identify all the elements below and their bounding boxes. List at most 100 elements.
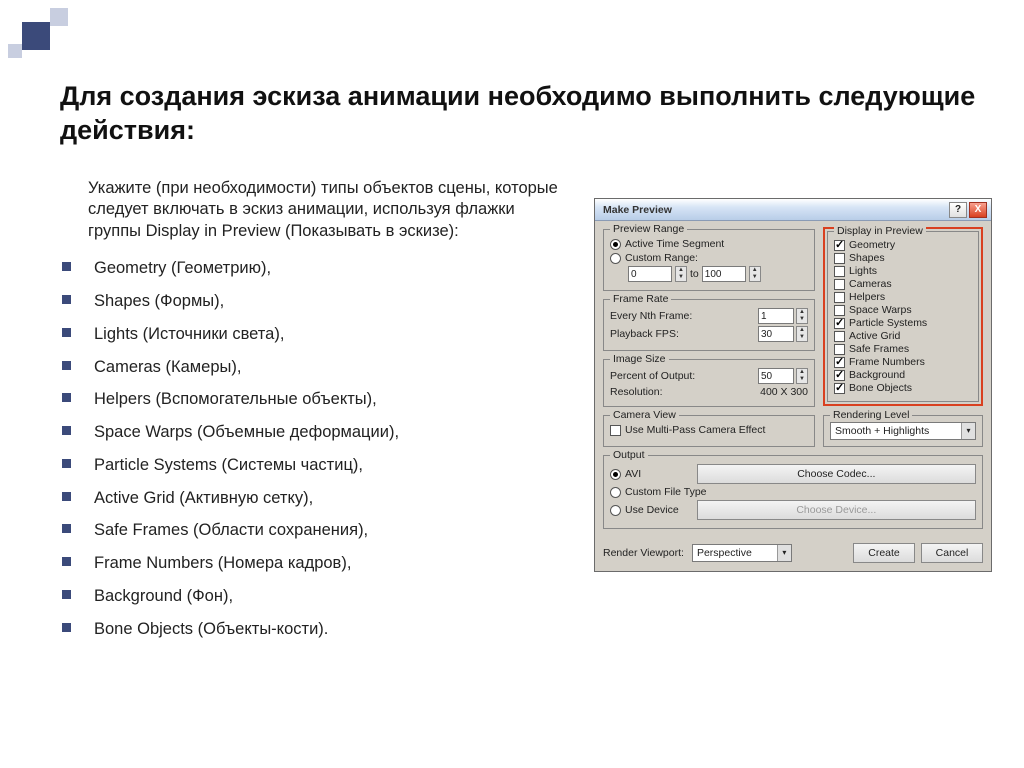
bullet-item: Bone Objects (Объекты-кости).: [48, 613, 568, 646]
custom-range-radio[interactable]: [610, 253, 621, 264]
rendering-level-value: Smooth + Highlights: [831, 425, 933, 437]
range-to-field[interactable]: 100: [702, 266, 746, 282]
fps-field[interactable]: 30: [758, 326, 794, 342]
percent-field[interactable]: 50: [758, 368, 794, 384]
display-item: Background: [834, 369, 972, 381]
display-checkbox[interactable]: [834, 318, 845, 329]
bullet-item: Background (Фон),: [48, 580, 568, 613]
display-label: Active Grid: [849, 330, 900, 342]
display-label: Background: [849, 369, 905, 381]
resolution-label: Resolution:: [610, 386, 663, 398]
cancel-button[interactable]: Cancel: [921, 543, 983, 563]
render-viewport-combo[interactable]: Perspective ▾: [692, 544, 792, 562]
make-preview-dialog: Make Preview ? X Preview Range Active Ti…: [594, 198, 992, 572]
bullet-item: Geometry (Геометрию),: [48, 252, 568, 285]
display-label: Cameras: [849, 278, 892, 290]
close-icon[interactable]: X: [969, 202, 987, 218]
spinner-icon[interactable]: ▲▼: [796, 368, 808, 384]
slide-title: Для создания эскиза анимации необходимо …: [60, 80, 984, 148]
bullet-item: Space Warps (Объемные деформации),: [48, 416, 568, 449]
dialog-title: Make Preview: [603, 204, 947, 216]
range-from-field[interactable]: 0: [628, 266, 672, 282]
preview-range-group: Preview Range Active Time Segment Custom…: [603, 229, 815, 291]
chevron-down-icon: ▾: [777, 545, 791, 561]
display-label: Frame Numbers: [849, 356, 925, 368]
display-label: Space Warps: [849, 304, 912, 316]
display-checkbox[interactable]: [834, 279, 845, 290]
rendering-level-legend: Rendering Level: [830, 409, 912, 421]
display-item: Space Warps: [834, 304, 972, 316]
nth-label: Every Nth Frame:: [610, 310, 692, 322]
display-checkbox[interactable]: [834, 344, 845, 355]
display-label: Safe Frames: [849, 343, 909, 355]
display-item: Active Grid: [834, 330, 972, 342]
image-size-legend: Image Size: [610, 353, 669, 365]
display-item: Helpers: [834, 291, 972, 303]
display-checkbox[interactable]: [834, 370, 845, 381]
display-item: Bone Objects: [834, 382, 972, 394]
display-legend: Display in Preview: [834, 225, 926, 237]
avi-label: AVI: [625, 468, 693, 480]
help-icon[interactable]: ?: [949, 202, 967, 218]
image-size-group: Image Size Percent of Output: 50▲▼ Resol…: [603, 359, 815, 407]
custom-file-radio[interactable]: [610, 487, 621, 498]
to-label: to: [690, 268, 699, 280]
display-label: Helpers: [849, 291, 885, 303]
bullet-item: Safe Frames (Области сохранения),: [48, 514, 568, 547]
display-checkbox[interactable]: [834, 266, 845, 277]
bullet-item: Helpers (Вспомогательные объекты),: [48, 383, 568, 416]
display-item: Geometry: [834, 239, 972, 251]
render-viewport-value: Perspective: [693, 547, 756, 559]
multipass-checkbox[interactable]: [610, 425, 621, 436]
display-checkbox[interactable]: [834, 253, 845, 264]
bullet-item: Active Grid (Активную сетку),: [48, 482, 568, 515]
display-label: Particle Systems: [849, 317, 927, 329]
dialog-titlebar[interactable]: Make Preview ? X: [595, 199, 991, 221]
display-item: Lights: [834, 265, 972, 277]
bullet-item: Lights (Источники света),: [48, 318, 568, 351]
display-checkbox[interactable]: [834, 292, 845, 303]
bullet-item: Frame Numbers (Номера кадров),: [48, 547, 568, 580]
display-checkbox[interactable]: [834, 331, 845, 342]
bullet-item: Shapes (Формы),: [48, 285, 568, 318]
custom-range-label: Custom Range:: [625, 252, 698, 264]
preview-range-legend: Preview Range: [610, 223, 687, 235]
chevron-down-icon: ▾: [961, 423, 975, 439]
spinner-icon[interactable]: ▲▼: [796, 308, 808, 324]
display-checkbox[interactable]: [834, 240, 845, 251]
display-checkbox[interactable]: [834, 383, 845, 394]
custom-file-label: Custom File Type: [625, 486, 707, 498]
bullet-item: Cameras (Камеры),: [48, 351, 568, 384]
display-label: Bone Objects: [849, 382, 912, 394]
camera-view-group: Camera View Use Multi-Pass Camera Effect: [603, 415, 815, 447]
choose-device-button: Choose Device...: [697, 500, 976, 520]
spinner-icon[interactable]: ▲▼: [749, 266, 761, 282]
rendering-level-combo[interactable]: Smooth + Highlights ▾: [830, 422, 976, 440]
display-checkbox[interactable]: [834, 357, 845, 368]
avi-radio[interactable]: [610, 469, 621, 480]
nth-field[interactable]: 1: [758, 308, 794, 324]
use-device-radio[interactable]: [610, 505, 621, 516]
camera-view-legend: Camera View: [610, 409, 679, 421]
frame-rate-group: Frame Rate Every Nth Frame: 1▲▼ Playback…: [603, 299, 815, 351]
bullet-item: Particle Systems (Системы частиц),: [48, 449, 568, 482]
display-checkbox[interactable]: [834, 305, 845, 316]
active-time-radio[interactable]: [610, 239, 621, 250]
rendering-level-group: Rendering Level Smooth + Highlights ▾: [823, 415, 983, 447]
intro-text: Укажите (при необходимости) типы объекто…: [88, 178, 568, 242]
multipass-label: Use Multi-Pass Camera Effect: [625, 424, 765, 436]
create-button[interactable]: Create: [853, 543, 915, 563]
display-label: Geometry: [849, 239, 895, 251]
output-group: Output AVI Choose Codec... Custom File T…: [603, 455, 983, 529]
display-item: Safe Frames: [834, 343, 972, 355]
bullet-list: Geometry (Геометрию), Shapes (Формы),Lig…: [48, 252, 568, 645]
spinner-icon[interactable]: ▲▼: [796, 326, 808, 342]
spinner-icon[interactable]: ▲▼: [675, 266, 687, 282]
choose-codec-button[interactable]: Choose Codec...: [697, 464, 976, 484]
active-time-label: Active Time Segment: [625, 238, 724, 250]
fps-label: Playback FPS:: [610, 328, 679, 340]
use-device-label: Use Device: [625, 504, 693, 516]
display-label: Lights: [849, 265, 877, 277]
frame-rate-legend: Frame Rate: [610, 293, 671, 305]
render-viewport-label: Render Viewport:: [603, 547, 684, 559]
